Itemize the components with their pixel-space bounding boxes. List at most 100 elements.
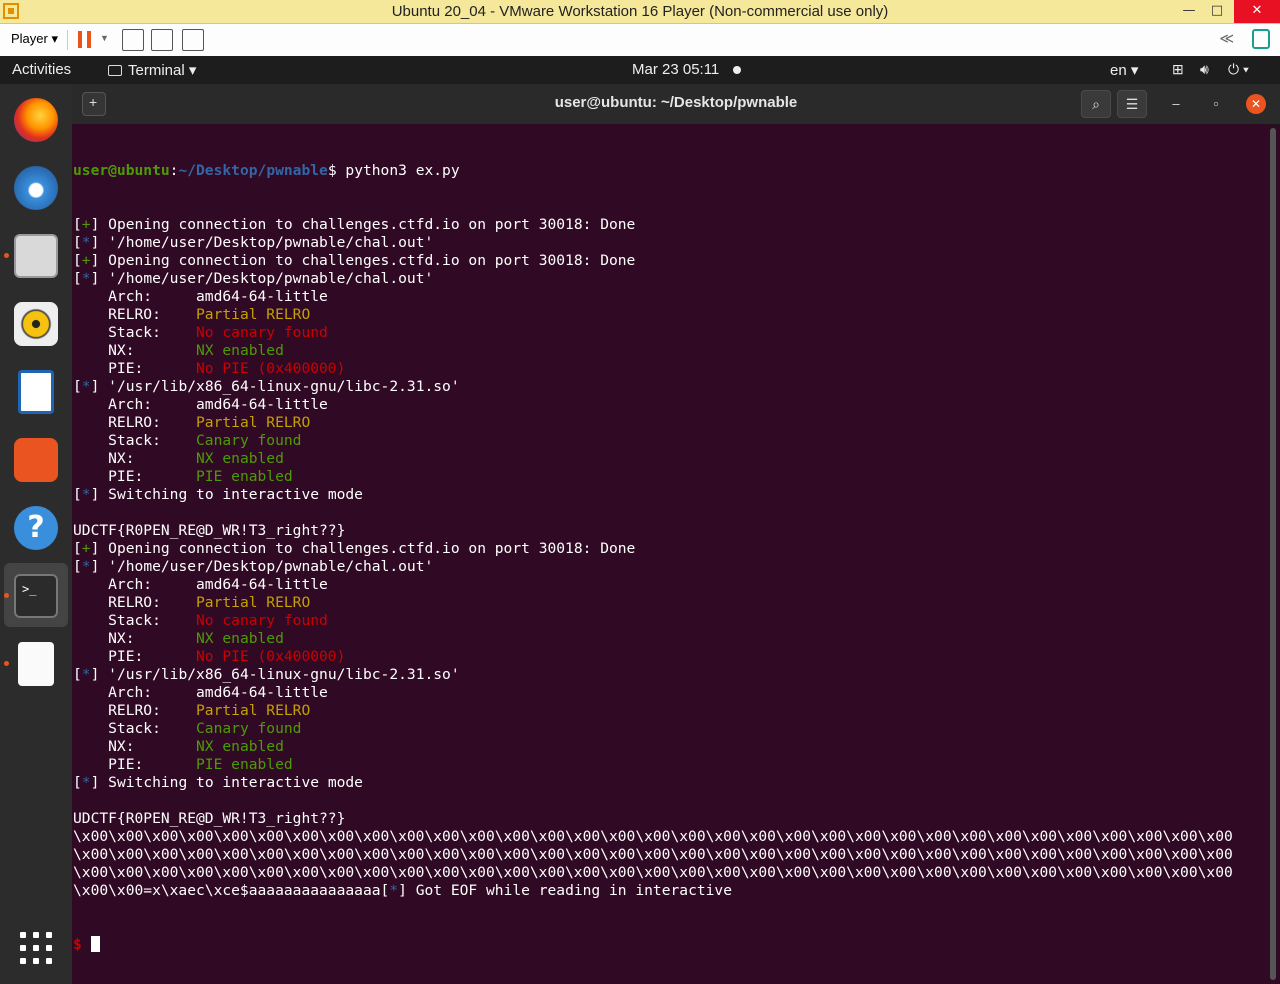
terminal-line: \x00\x00\x00\x00\x00\x00\x00\x00\x00\x00… (73, 846, 1233, 864)
checksec-value: Canary found (196, 432, 302, 449)
library-icon[interactable] (1252, 29, 1270, 49)
plain-line: UDCTF{R0PEN_RE@D_WR!T3_right??} (73, 810, 346, 827)
final-prompt-line: $ (73, 936, 1233, 954)
terminal-line: NX: NX enabled (73, 342, 1233, 360)
terminal-line: [*] '/home/user/Desktop/pwnable/chal.out… (73, 270, 434, 287)
checksec-key: RELRO: (73, 702, 197, 719)
terminal-line: UDCTF{R0PEN_RE@D_WR!T3_right??} (73, 810, 1233, 828)
terminal-body[interactable]: user@ubuntu:~/Desktop/pwnable$ python3 e… (72, 124, 1268, 984)
files-icon[interactable] (12, 232, 60, 280)
checksec-value: No canary found (196, 324, 328, 341)
maximize-button[interactable]: □ (1202, 0, 1232, 23)
terminal-line: Arch: amd64-64-little (73, 288, 1233, 306)
thunderbird-icon[interactable] (12, 164, 60, 212)
line-text: Got EOF while reading in interactive (415, 882, 733, 899)
terminal-line: RELRO: Partial RELRO (73, 594, 1233, 612)
line-text: '/usr/lib/x86_64-linux-gnu/libc-2.31.so' (108, 378, 460, 395)
activities-button[interactable]: Activities (12, 61, 71, 78)
terminal-maximize-icon[interactable]: ▫ (1206, 94, 1226, 114)
terminal-line: Stack: Canary found (73, 720, 1233, 738)
language-selector[interactable]: en ▾ (1110, 61, 1138, 79)
close-button[interactable]: ✕ (1234, 0, 1280, 23)
text-editor-icon[interactable] (12, 640, 60, 688)
rhythmbox-icon[interactable] (12, 300, 60, 348)
running-indicator (4, 253, 9, 258)
minimize-button[interactable]: — (1174, 0, 1204, 23)
checksec-value: amd64-64-little (196, 288, 328, 305)
terminal-line: Arch: amd64-64-little (73, 396, 1233, 414)
fullscreen-icon[interactable] (151, 29, 173, 51)
network-icon[interactable]: ⊞ (1172, 61, 1184, 78)
show-applications-icon[interactable] (20, 932, 52, 964)
terminal-line: Arch: amd64-64-little (73, 576, 1233, 594)
volume-icon[interactable]: 🔊︎ (1200, 61, 1209, 78)
output-lines: [+] Opening connection to challenges.ctf… (73, 216, 1233, 900)
checksec-key: Stack: (73, 612, 197, 629)
checksec-value: No PIE (0x400000) (196, 360, 346, 377)
checksec-value: amd64-64-little (196, 576, 328, 593)
status-bullet: * (81, 270, 91, 287)
app-menu-terminal[interactable]: Terminal ▾ (108, 61, 196, 79)
checksec-value: Partial RELRO (196, 414, 311, 431)
checksec-value: Partial RELRO (196, 702, 311, 719)
pause-icon[interactable] (78, 31, 92, 48)
terminal-line: NX: NX enabled (73, 450, 1233, 468)
checksec-key: NX: (73, 738, 197, 755)
firefox-icon[interactable] (12, 96, 60, 144)
checksec-key: PIE: (73, 468, 197, 485)
hamburger-menu-icon[interactable]: ☰ (1117, 90, 1147, 118)
terminal-dock-icon[interactable]: >_ (12, 572, 60, 620)
unity-mode-icon[interactable] (182, 29, 204, 51)
running-indicator (4, 593, 9, 598)
checksec-key: RELRO: (73, 414, 197, 431)
checksec-value: NX enabled (196, 450, 284, 467)
power-icon[interactable]: ⏻ ▾ (1228, 61, 1249, 78)
gnome-top-bar: Activities Terminal ▾ Mar 23 05:11 en ▾ … (0, 56, 1280, 84)
vmware-toolbar: Player ▾ ▼ ≪ (0, 24, 1280, 57)
terminal-minimize-icon[interactable]: – (1166, 94, 1186, 114)
prompt-end: $ (327, 162, 346, 179)
chevron-down-icon[interactable]: ▼ (100, 33, 109, 43)
status-bullet: * (81, 378, 91, 395)
collapse-toolbar-icon[interactable]: ≪ (1219, 30, 1234, 47)
checksec-value: Partial RELRO (196, 594, 311, 611)
line-text: '/usr/lib/x86_64-linux-gnu/libc-2.31.so' (108, 666, 460, 683)
libreoffice-writer-icon[interactable] (12, 368, 60, 416)
payload-text: \x00\x00=x\xaec\xce$aaaaaaaaaaaaaaa (73, 882, 381, 899)
status-bullet: + (81, 216, 91, 233)
checksec-value: amd64-64-little (196, 396, 328, 413)
terminal-line: \x00\x00\x00\x00\x00\x00\x00\x00\x00\x00… (73, 864, 1233, 882)
status-bullet: * (389, 882, 399, 899)
plain-line: UDCTF{R0PEN_RE@D_WR!T3_right??} (73, 522, 346, 539)
checksec-key: Arch: (73, 576, 197, 593)
checksec-value: PIE enabled (196, 468, 293, 485)
terminal-line: \x00\x00=x\xaec\xce$aaaaaaaaaaaaaaa[*] G… (73, 882, 733, 899)
checksec-key: PIE: (73, 648, 197, 665)
search-icon[interactable]: ⌕ (1081, 90, 1111, 118)
line-text: '/home/user/Desktop/pwnable/chal.out' (108, 558, 434, 575)
software-center-icon[interactable] (12, 436, 60, 484)
send-ctrl-alt-del-icon[interactable] (122, 29, 144, 51)
line-text: Switching to interactive mode (108, 774, 363, 791)
clock[interactable]: Mar 23 05:11 (632, 61, 719, 78)
terminal-line: Stack: No canary found (73, 612, 1233, 630)
status-bullet: * (81, 666, 91, 683)
terminal-close-icon[interactable]: ✕ (1246, 94, 1266, 114)
app-menu-label: Terminal ▾ (128, 62, 197, 79)
checksec-value: PIE enabled (196, 756, 293, 773)
terminal-line: Stack: No canary found (73, 324, 1233, 342)
player-menu-button[interactable]: Player ▾ (11, 31, 58, 47)
checksec-value: NX enabled (196, 342, 284, 359)
line-text: '/home/user/Desktop/pwnable/chal.out' (108, 234, 434, 251)
terminal-line: Arch: amd64-64-little (73, 684, 1233, 702)
checksec-key: RELRO: (73, 306, 197, 323)
checksec-key: NX: (73, 630, 197, 647)
help-icon[interactable]: ? (12, 504, 60, 552)
terminal-line: [+] Opening connection to challenges.ctf… (73, 540, 636, 557)
checksec-key: Arch: (73, 396, 197, 413)
terminal-scrollbar[interactable] (1270, 128, 1276, 980)
checksec-key: PIE: (73, 360, 197, 377)
status-bullet: * (81, 558, 91, 575)
